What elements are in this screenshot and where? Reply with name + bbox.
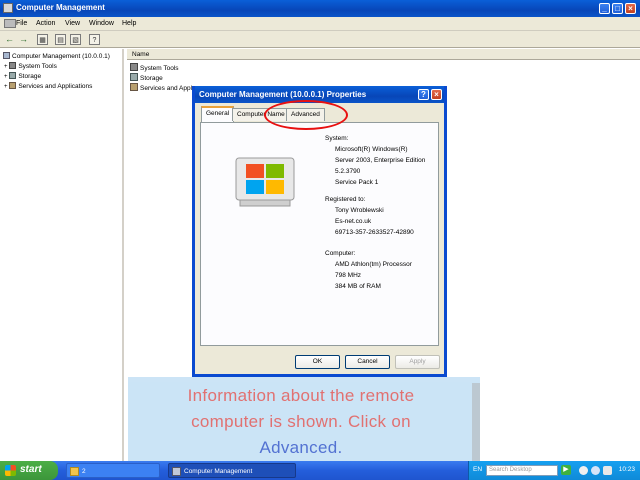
export-list-icon[interactable]: ▤: [55, 34, 66, 45]
list-item[interactable]: Storage: [130, 73, 163, 82]
help-icon[interactable]: ?: [89, 34, 100, 45]
clock[interactable]: 10:23: [619, 466, 635, 473]
list-item[interactable]: Services and Appl: [130, 83, 192, 92]
tools-icon: [130, 63, 138, 71]
os-version: 5.2.3790: [335, 168, 361, 175]
apply-button[interactable]: Apply: [395, 355, 440, 369]
maximize-button[interactable]: □: [612, 3, 623, 14]
computer-label: Computer:: [325, 250, 356, 257]
product-id: 69713-357-2633527-42890: [335, 229, 414, 236]
storage-icon: [130, 73, 138, 81]
caption-line-3: Advanced.: [259, 438, 343, 457]
caption-line-2: computer is shown. Click on: [191, 412, 411, 431]
close-button[interactable]: ×: [625, 3, 636, 14]
computer-management-icon: [3, 3, 13, 13]
windows-flag-icon: [5, 465, 16, 476]
toolbar: ← → ▦ ▤ ▧ ?: [0, 31, 640, 48]
tools-icon: [9, 62, 17, 69]
tree-item-storage[interactable]: + Storage: [4, 72, 41, 80]
taskbar-folder-button[interactable]: 2: [66, 463, 160, 478]
start-label: start: [20, 464, 42, 475]
minimize-button[interactable]: _: [599, 3, 610, 14]
system-label: System:: [325, 135, 349, 142]
volume-icon[interactable]: [603, 466, 612, 475]
properties-icon[interactable]: ▧: [70, 34, 81, 45]
os-name: Microsoft(R) Windows(R): [335, 146, 408, 153]
forward-arrow-icon[interactable]: →: [18, 34, 29, 45]
menu-help[interactable]: Help: [122, 20, 136, 27]
registered-owner: Tony Wroblewski: [335, 207, 384, 214]
caption-shadow: [472, 383, 480, 467]
dialog-title: Computer Management (10.0.0.1) Propertie…: [199, 90, 367, 99]
main-title-bar: Computer Management _ □ ×: [0, 0, 640, 17]
desktop-search-input[interactable]: Search Desktop: [486, 465, 558, 476]
computer-management-icon: [172, 467, 181, 476]
properties-dialog: Computer Management (10.0.0.1) Propertie…: [192, 86, 447, 377]
back-arrow-icon[interactable]: ←: [4, 34, 15, 45]
ok-button[interactable]: OK: [295, 355, 340, 369]
tree-root[interactable]: Computer Management (10.0.0.1): [3, 52, 110, 60]
caption-line-1: Information about the remote: [187, 386, 415, 405]
tree-item-services[interactable]: + Services and Applications: [4, 82, 92, 90]
dialog-body: General Computer Name Advanced System: M…: [195, 103, 444, 374]
list-item[interactable]: System Tools: [130, 63, 179, 72]
language-indicator[interactable]: EN: [473, 466, 482, 473]
services-icon: [9, 82, 17, 89]
storage-icon: [9, 72, 17, 79]
console-tree: Computer Management (10.0.0.1) + System …: [0, 49, 124, 461]
processor: AMD Athlon(tm) Processor: [335, 261, 412, 268]
registered-label: Registered to:: [325, 196, 366, 203]
dialog-close-button[interactable]: ×: [431, 89, 442, 100]
highlight-ellipse: [264, 100, 348, 130]
menu-action[interactable]: Action: [36, 20, 55, 27]
menu-file[interactable]: File: [16, 20, 27, 27]
cancel-button[interactable]: Cancel: [345, 355, 390, 369]
windows-logo-icon: [235, 157, 295, 207]
general-tab-panel: System: Microsoft(R) Windows(R) Server 2…: [200, 122, 439, 346]
cpu-speed: 798 MHz: [335, 272, 362, 279]
registered-organization: Es-net.co.uk: [335, 218, 372, 225]
system-menu-icon[interactable]: [4, 19, 16, 28]
tree-item-system-tools[interactable]: + System Tools: [4, 62, 57, 70]
menu-bar: File Action View Window Help: [0, 17, 640, 31]
menu-window[interactable]: Window: [89, 20, 114, 27]
instruction-caption: Information about the remote computer is…: [128, 377, 480, 467]
menu-view[interactable]: View: [65, 20, 80, 27]
folder-icon: [70, 467, 79, 476]
search-go-icon[interactable]: ▶: [561, 465, 571, 475]
taskbar: start 2 Computer Management EN Search De…: [0, 461, 640, 480]
show-hide-tree-icon[interactable]: ▦: [37, 34, 48, 45]
tray-icon[interactable]: [591, 466, 600, 475]
caption-text: Information about the remote computer is…: [134, 383, 468, 461]
system-tray: EN Search Desktop ▶ 10:23: [468, 461, 640, 480]
start-button[interactable]: start: [0, 461, 58, 480]
tray-icon[interactable]: [579, 466, 588, 475]
os-edition: Server 2003, Enterprise Edition: [335, 157, 426, 164]
tab-general[interactable]: General: [201, 106, 235, 122]
window-title: Computer Management: [16, 3, 105, 12]
dialog-help-button[interactable]: ?: [418, 89, 429, 100]
memory: 384 MB of RAM: [335, 283, 381, 290]
taskbar-computer-management-button[interactable]: Computer Management: [168, 463, 296, 478]
column-header-name[interactable]: Name: [127, 49, 640, 60]
computer-icon: [3, 52, 10, 59]
services-icon: [130, 83, 138, 91]
service-pack: Service Pack 1: [335, 179, 379, 186]
